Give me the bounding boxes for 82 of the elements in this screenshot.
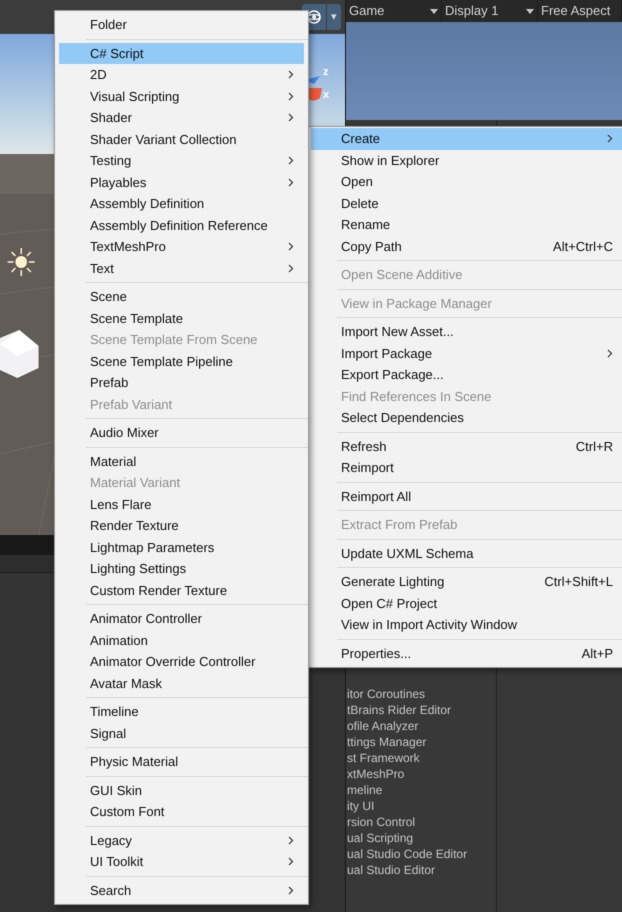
menu-item[interactable]: Audio Mixer <box>59 422 304 444</box>
package-name: itor Coroutines <box>346 686 426 702</box>
menu-item[interactable]: Prefab <box>59 372 304 394</box>
package-name: ttings Manager <box>346 734 428 750</box>
menu-item[interactable]: Search <box>59 880 304 901</box>
menu-item[interactable]: Shader <box>59 107 304 128</box>
chevron-right-icon <box>288 178 294 187</box>
menu-item[interactable]: Reimport All <box>311 486 622 507</box>
package-name: ity UI <box>346 798 376 814</box>
menu-item[interactable]: Testing <box>59 150 304 172</box>
menu-item[interactable]: Reimport <box>311 457 622 478</box>
menu-item[interactable]: Export Package... <box>311 364 622 386</box>
menu-item[interactable]: Lighting Settings <box>59 558 304 580</box>
menu-item[interactable]: Animator Override Controller <box>59 651 304 672</box>
package-name: xtMeshPro <box>346 766 406 782</box>
caret-icon <box>526 8 534 14</box>
menu-item[interactable]: Lightmap Parameters <box>59 536 304 558</box>
menu-item[interactable]: Lens Flare <box>59 494 304 515</box>
chevron-right-icon <box>288 886 294 895</box>
menu-item[interactable]: Visual Scripting <box>59 86 304 107</box>
menu-item[interactable]: Create <box>311 128 622 150</box>
chevron-right-icon <box>288 836 294 845</box>
package-name: ual Scripting <box>346 830 414 846</box>
menu-item[interactable]: Scene Template <box>59 308 304 329</box>
chevron-right-icon <box>288 92 294 101</box>
chevron-right-icon <box>607 348 613 358</box>
menu-item[interactable]: Physic Material <box>59 751 304 772</box>
package-name: ual Studio Editor <box>346 862 436 878</box>
menu-item[interactable]: TextMeshPro <box>59 236 304 258</box>
menu-item[interactable]: Open <box>311 171 622 192</box>
menu-item[interactable]: Shader Variant Collection <box>59 128 304 150</box>
chevron-right-icon <box>288 857 294 866</box>
menu-item[interactable]: Folder <box>59 14 304 36</box>
axis-label: z <box>323 65 328 80</box>
menu-item[interactable]: Render Texture <box>59 515 304 536</box>
menu-item[interactable]: Custom Render Texture <box>59 580 304 601</box>
menu-item[interactable]: Animator Controller <box>59 608 304 630</box>
menu-item[interactable]: Custom Font <box>59 801 304 822</box>
chevron-right-icon <box>288 113 294 122</box>
menu-item[interactable]: Playables <box>59 172 304 193</box>
caret-icon <box>430 8 438 14</box>
menu-item[interactable]: Timeline <box>59 701 304 722</box>
package-name: ofile Analyzer <box>346 718 420 734</box>
menu-item[interactable]: Signal <box>59 722 304 744</box>
menu-item[interactable]: View in Import Activity Window <box>311 614 622 636</box>
menu-item[interactable]: Generate Lighting Ctrl+Shift+L <box>311 571 622 592</box>
menu-item[interactable]: Legacy <box>59 830 304 851</box>
menu-item[interactable]: Show in Explorer <box>311 150 622 171</box>
gizmo-dropdown[interactable]: ▾ <box>327 4 342 30</box>
menu-item[interactable]: Animation <box>59 630 304 651</box>
menu-item[interactable]: Text <box>59 258 304 279</box>
chevron-right-icon <box>288 156 294 166</box>
menu-item[interactable]: Assembly Definition Reference <box>59 214 304 236</box>
chevron-right-icon <box>288 242 294 252</box>
package-name: tBrains Rider Editor <box>346 702 452 718</box>
menu-item[interactable]: Rename <box>311 214 622 236</box>
menu-item[interactable]: Import Package <box>311 342 622 364</box>
menu-item[interactable]: 2D <box>59 64 304 86</box>
menu-item[interactable]: Refresh Ctrl+R <box>311 436 622 457</box>
menu-item[interactable]: GUI Skin <box>59 780 304 801</box>
menu-item[interactable]: Delete <box>311 192 622 214</box>
package-name: ual Studio Code Editor <box>346 846 468 862</box>
menu-item[interactable]: UI Toolkit <box>59 851 304 872</box>
menu-item[interactable]: Open C# Project <box>311 592 622 614</box>
menu-item[interactable]: Import New Asset... <box>311 321 622 342</box>
package-name: rsion Control <box>346 814 416 830</box>
menu-item[interactable]: Avatar Mask <box>59 672 304 694</box>
package-name: st Framework <box>346 750 421 766</box>
menu-item[interactable]: Assembly Definition <box>59 193 304 214</box>
chevron-right-icon <box>288 264 294 273</box>
menu-item[interactable]: Select Dependencies <box>311 407 622 428</box>
menu-item[interactable]: Scene <box>59 286 304 308</box>
menu-item[interactable]: C# Script <box>59 42 304 64</box>
package-name: meline <box>346 782 384 798</box>
menu-item[interactable]: Material <box>59 450 304 472</box>
chevron-right-icon <box>288 70 294 80</box>
menu-item[interactable]: Scene Template Pipeline <box>59 350 304 372</box>
chevron-right-icon <box>607 134 613 144</box>
axis-label: x <box>323 88 330 103</box>
menu-item[interactable]: Update UXML Schema <box>311 542 622 564</box>
menu-item[interactable]: Properties... Alt+P <box>311 642 622 664</box>
menu-item[interactable]: Copy Path Alt+Ctrl+C <box>311 236 622 257</box>
